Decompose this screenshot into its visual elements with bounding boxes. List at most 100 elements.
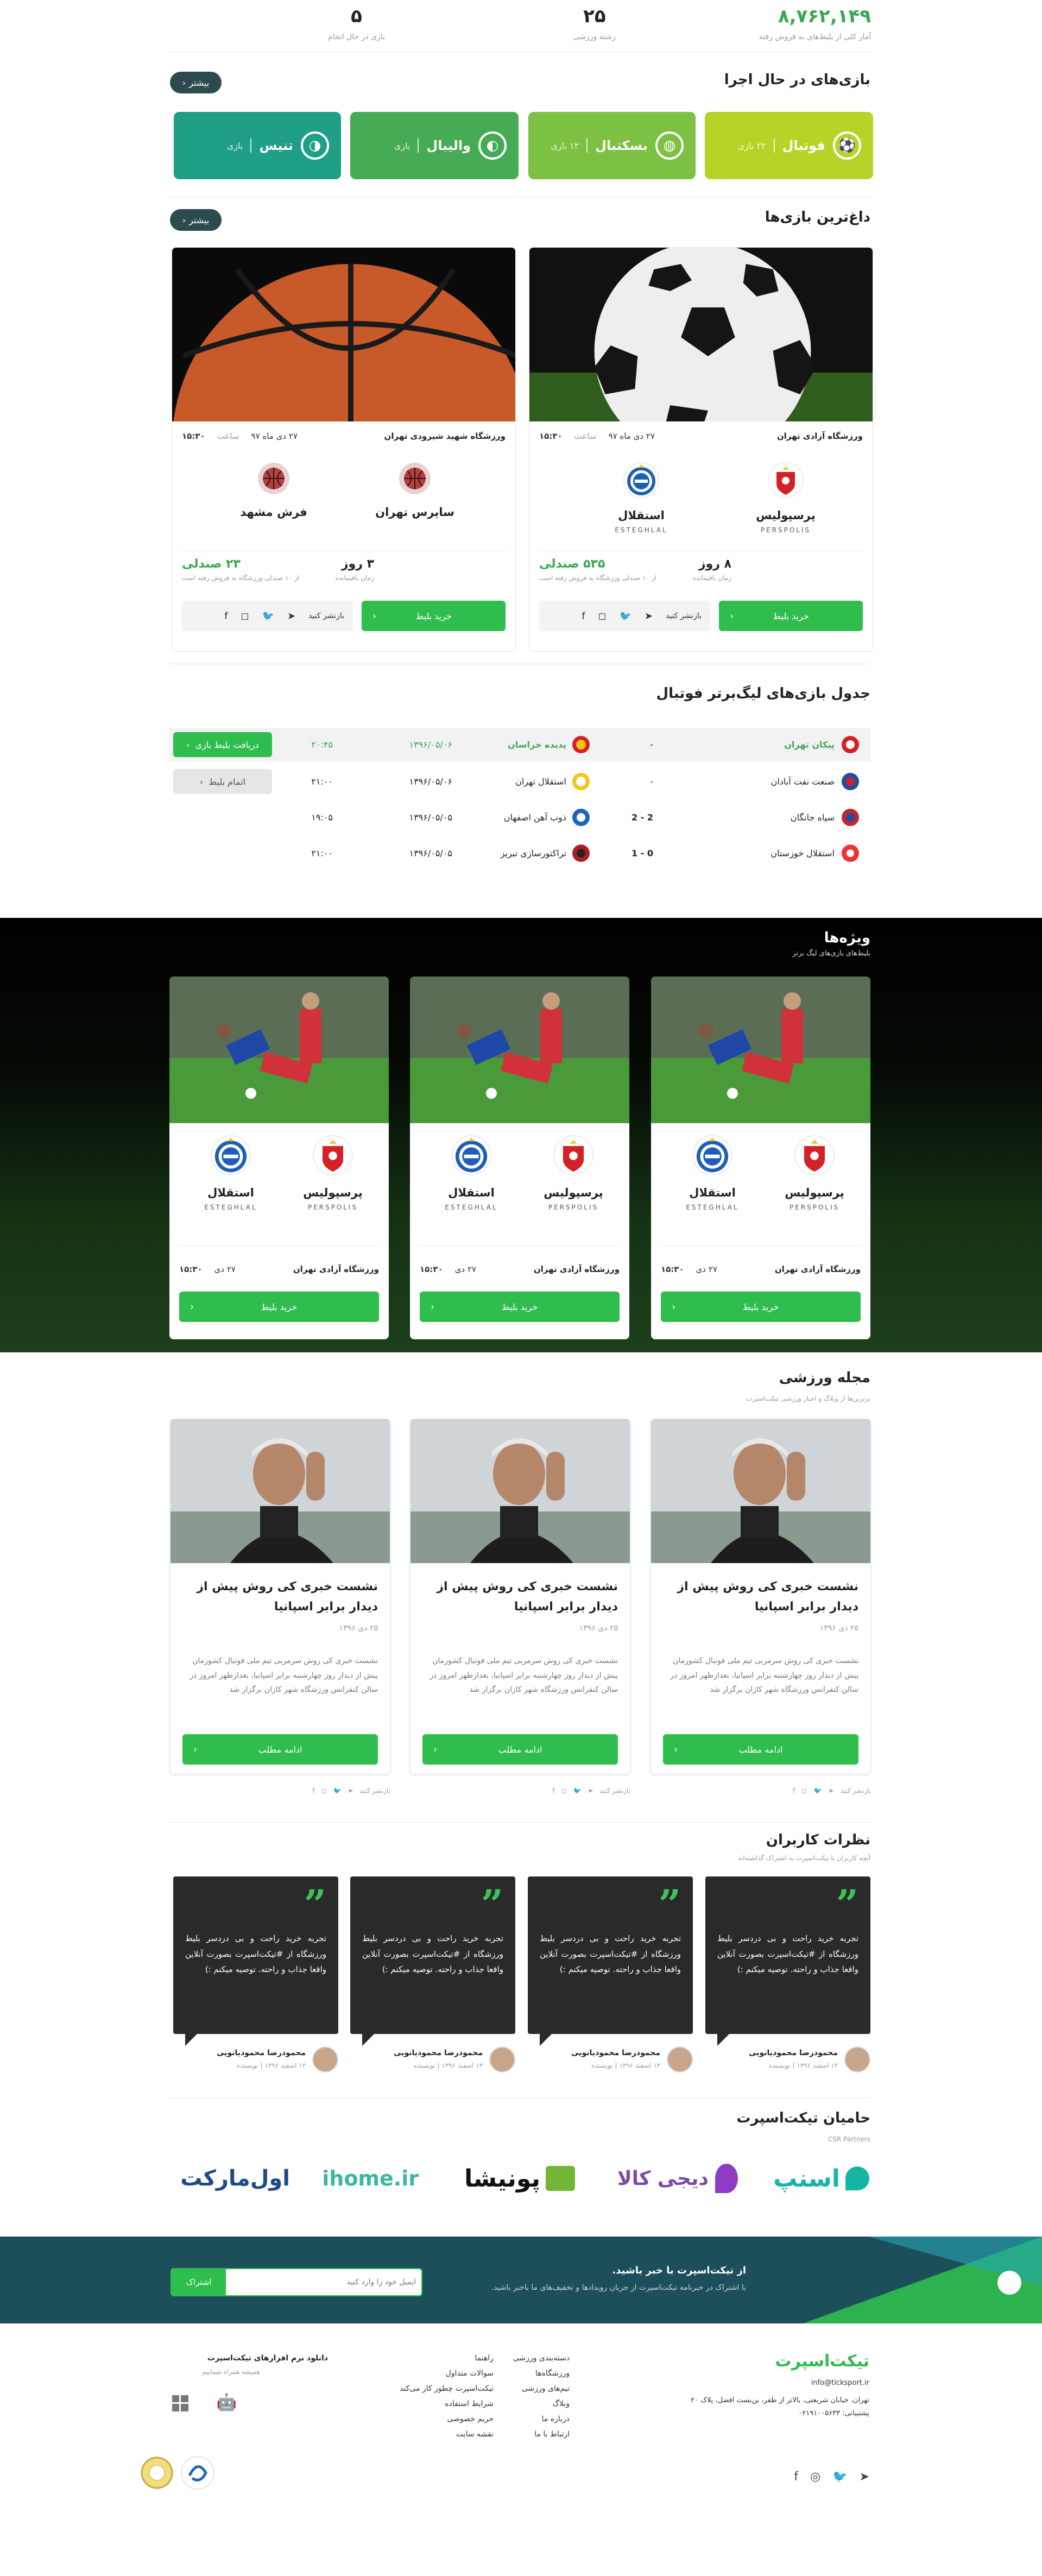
tile-volleyball[interactable]: ◐ والیبال بازی bbox=[350, 112, 519, 179]
sponsor-ponisha[interactable]: پونیشا bbox=[464, 2159, 575, 2197]
footer-link[interactable]: تیم‌های ورزشی bbox=[522, 2384, 570, 2393]
sold-out-button[interactable]: اتمام بلیط ‹ bbox=[173, 769, 272, 794]
facebook-icon[interactable]: f bbox=[793, 1787, 795, 1794]
stat-tickets: ۸,۷۶۲,۱۴۹ آمار کلی از بلیط‌های به فروش ر… bbox=[759, 5, 871, 41]
team-name: سایرس تهران bbox=[375, 506, 454, 519]
buy-ticket-button[interactable]: خرید بلیط ‹ bbox=[420, 1292, 620, 1322]
quote-icon: ” bbox=[658, 1881, 681, 1927]
home-team: استقلال خوزستان bbox=[771, 848, 835, 859]
telegram-icon[interactable]: ➤ bbox=[287, 610, 295, 622]
read-more-button[interactable]: ادامه مطلب ‹ bbox=[663, 1734, 858, 1765]
read-more-button[interactable]: ادامه مطلب ‹ bbox=[182, 1734, 378, 1765]
telegram-icon[interactable]: ➤ bbox=[828, 1787, 833, 1794]
telegram-icon[interactable]: ➤ bbox=[348, 1787, 353, 1794]
facebook-icon[interactable]: f bbox=[224, 610, 228, 622]
chevron-left-icon: ‹ bbox=[372, 610, 377, 622]
basketball-icon bbox=[399, 463, 431, 494]
twitter-icon[interactable]: 🐦 bbox=[813, 1787, 822, 1794]
android-icon[interactable]: 🤖 bbox=[217, 2393, 237, 2412]
article-body: نشست خبری کی روش سرمربی تیم ملی فوتبال ک… bbox=[670, 1657, 858, 1695]
buy-ticket-button[interactable]: خرید بلیط ‹ bbox=[362, 601, 506, 631]
windows-icon[interactable] bbox=[172, 2395, 188, 2411]
twitter-icon[interactable]: 🐦 bbox=[262, 610, 274, 622]
sponsor-digikala[interactable]: دیجی کالا bbox=[617, 2159, 738, 2197]
facebook-icon[interactable]: f bbox=[582, 610, 585, 622]
tile-tennis[interactable]: ◑ تنیس بازی bbox=[174, 112, 341, 179]
telegram-icon[interactable]: ➤ bbox=[645, 610, 653, 622]
twitter-icon[interactable]: 🐦 bbox=[333, 1787, 341, 1794]
match-time: ۲۱:۰۰ bbox=[311, 776, 333, 787]
article-image bbox=[411, 1419, 630, 1563]
instagram-icon[interactable]: ◻ bbox=[321, 1787, 326, 1794]
article-title[interactable]: نشست خبری کی روش پیش از دیدار برابر اسپا… bbox=[182, 1577, 378, 1617]
seats-count: ۵۳۵ صندلی bbox=[539, 557, 605, 571]
stat-live: ۵ بازی در حال انجام bbox=[328, 5, 385, 41]
footer-link[interactable]: دسته‌بندی ورزشی bbox=[513, 2354, 570, 2363]
read-more-button[interactable]: ادامه مطلب ‹ bbox=[422, 1734, 618, 1765]
stat-label: رشته ورزشی bbox=[573, 33, 616, 41]
match-date: ۱۳۹۶/۰۵/۰۵ bbox=[409, 812, 452, 823]
team-name: پرسپولیس bbox=[785, 1186, 844, 1199]
share-row: بازنشر کنید ➤ 🐦 ◻ f bbox=[552, 1787, 630, 1794]
get-ticket-button[interactable]: دریافت بلیط بازی ‹ bbox=[173, 732, 272, 757]
footer-email[interactable]: info@ticksport.ir bbox=[811, 2379, 869, 2387]
buy-ticket-button[interactable]: خرید بلیط ‹ bbox=[719, 601, 863, 631]
enamad-badge[interactable] bbox=[179, 2454, 217, 2492]
facebook-icon[interactable]: f bbox=[552, 1787, 554, 1794]
match-photo bbox=[651, 977, 870, 1123]
instagram-icon[interactable]: ◻ bbox=[598, 610, 607, 622]
author-date: ۱۳ اسفند ۱۳۹۶ | نویسنده bbox=[591, 2062, 660, 2069]
avatar bbox=[667, 2046, 693, 2073]
footer-link[interactable]: نقشه سایت bbox=[456, 2430, 494, 2439]
sponsor-avalmarket[interactable]: اول‌مارکت bbox=[180, 2159, 290, 2197]
magazine-title: مجله ورزشی bbox=[779, 1370, 870, 1386]
subscribe-button[interactable]: اشتراک bbox=[172, 2269, 226, 2295]
footer-link[interactable]: درباره ما bbox=[542, 2415, 570, 2423]
instagram-icon[interactable]: ◻ bbox=[241, 610, 249, 622]
league-title: جدول بازی‌های لیگ‌برتر فوتبال bbox=[656, 685, 870, 702]
live-more-button[interactable]: بیشتر ‹ bbox=[170, 72, 222, 93]
facebook-icon[interactable]: f bbox=[794, 2470, 798, 2484]
email-input[interactable] bbox=[242, 2273, 416, 2291]
buy-ticket-button[interactable]: خرید بلیط ‹ bbox=[661, 1292, 861, 1322]
footer-link[interactable]: شرایط استفاده bbox=[445, 2399, 494, 2408]
twitter-icon[interactable]: 🐦 bbox=[620, 610, 631, 622]
chevron-left-icon: ‹ bbox=[193, 1743, 198, 1755]
footer-link[interactable]: حریم خصوصی bbox=[447, 2415, 494, 2423]
team-name-en: ESTEGHLAL bbox=[686, 1204, 739, 1211]
telegram-icon[interactable]: ➤ bbox=[860, 2470, 869, 2484]
match-date: ۲۷ دی bbox=[454, 1264, 476, 1274]
buy-ticket-button[interactable]: خرید بلیط ‹ bbox=[179, 1292, 379, 1322]
footer-link[interactable]: تیکت‌اسپرت چطور کار می‌کند bbox=[400, 2384, 494, 2393]
footer-link[interactable]: سوالات متداول bbox=[446, 2369, 494, 2378]
quote-icon: ” bbox=[304, 1881, 326, 1927]
team-logo bbox=[572, 845, 590, 862]
days-left: ۳ روز bbox=[341, 557, 374, 571]
sponsor-ihome[interactable]: ihome.ir bbox=[322, 2159, 419, 2197]
instagram-icon[interactable]: ◎ bbox=[810, 2470, 820, 2484]
instagram-icon[interactable]: ◻ bbox=[801, 1787, 807, 1794]
newsletter-decoration bbox=[803, 2237, 1042, 2323]
instagram-icon[interactable]: ◻ bbox=[561, 1787, 566, 1794]
article-title[interactable]: نشست خبری کی روش پیش از دیدار برابر اسپا… bbox=[422, 1577, 618, 1617]
samandehi-badge[interactable] bbox=[138, 2454, 176, 2492]
footer-link[interactable]: وبلاگ bbox=[552, 2399, 570, 2408]
tile-basketball[interactable]: ◍ بسکتبال ۱۲ بازی bbox=[528, 112, 696, 179]
telegram-icon[interactable]: ➤ bbox=[588, 1787, 593, 1794]
days-left: ۸ روز bbox=[698, 557, 731, 571]
article-title[interactable]: نشست خبری کی روش پیش از دیدار برابر اسپا… bbox=[663, 1577, 858, 1617]
tile-name: فوتبال bbox=[782, 138, 825, 153]
hot-more-button[interactable]: بیشتر ‹ bbox=[170, 209, 222, 231]
sponsor-snapp[interactable]: اسنپ bbox=[773, 2159, 869, 2197]
avatar bbox=[312, 2046, 338, 2073]
footer-link[interactable]: ورزشگاه‌ها bbox=[535, 2369, 570, 2378]
facebook-icon[interactable]: f bbox=[312, 1787, 314, 1794]
tile-football[interactable]: ⚽ فوتبال ۲۲ بازی bbox=[705, 112, 873, 179]
team-name-en: PERSPOLIS bbox=[760, 526, 811, 534]
footer-link[interactable]: راهنما bbox=[475, 2354, 494, 2363]
footer-link[interactable]: ارتباط با ما bbox=[534, 2430, 570, 2439]
twitter-icon[interactable]: 🐦 bbox=[573, 1787, 581, 1794]
twitter-icon[interactable]: 🐦 bbox=[832, 2470, 847, 2484]
days-note: زمان باقیمانده bbox=[335, 574, 374, 582]
footer-logo[interactable]: تیکت‌اسپرت bbox=[775, 2352, 869, 2371]
